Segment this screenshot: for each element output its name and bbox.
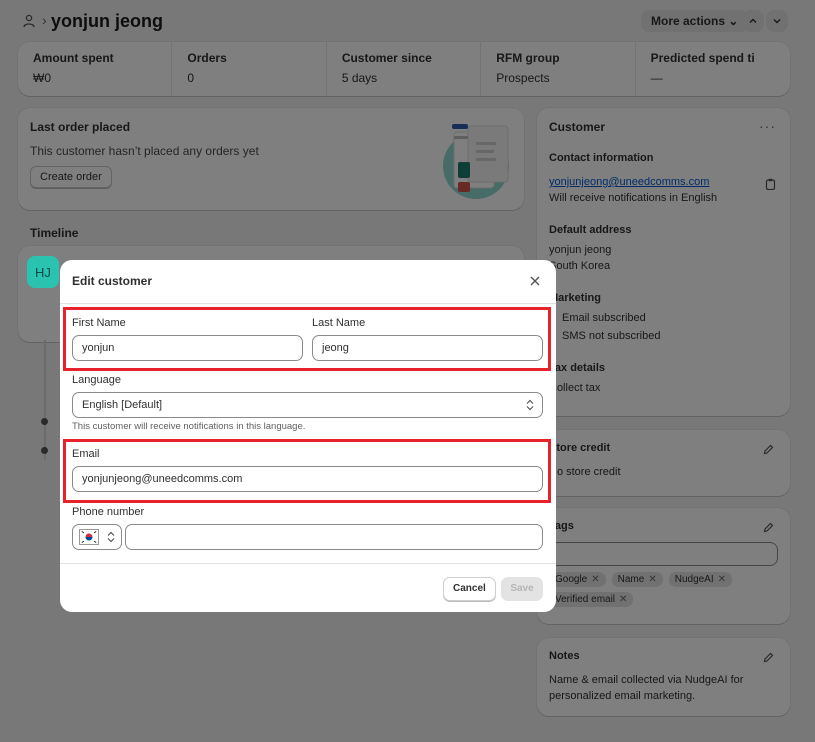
select-arrows-icon — [107, 531, 115, 543]
close-icon[interactable] — [528, 274, 542, 288]
country-code-select[interactable] — [72, 524, 122, 550]
phone-input[interactable] — [125, 524, 543, 550]
language-help-text: This customer will receive notifications… — [72, 421, 306, 432]
language-select-value: English [Default] — [82, 399, 163, 411]
modal-title: Edit customer — [72, 274, 153, 288]
customer-page: › yonjun jeong More actions ⌄ Amount spe… — [0, 0, 815, 742]
name-fields-highlight — [63, 307, 551, 371]
select-arrows-icon — [526, 399, 534, 411]
language-select[interactable]: English [Default] — [72, 392, 543, 418]
south-korea-flag-icon — [79, 529, 99, 545]
cancel-button[interactable]: Cancel — [443, 577, 496, 601]
phone-label: Phone number — [72, 506, 145, 518]
email-field-highlight — [63, 439, 551, 503]
language-label: Language — [72, 374, 121, 386]
save-button[interactable]: Save — [501, 577, 543, 601]
edit-customer-modal: Edit customer First Name yonjun Last Nam… — [60, 260, 556, 612]
avatar: HJ — [27, 256, 59, 288]
modal-header: Edit customer — [60, 260, 556, 304]
modal-footer: Cancel Save — [60, 563, 556, 612]
